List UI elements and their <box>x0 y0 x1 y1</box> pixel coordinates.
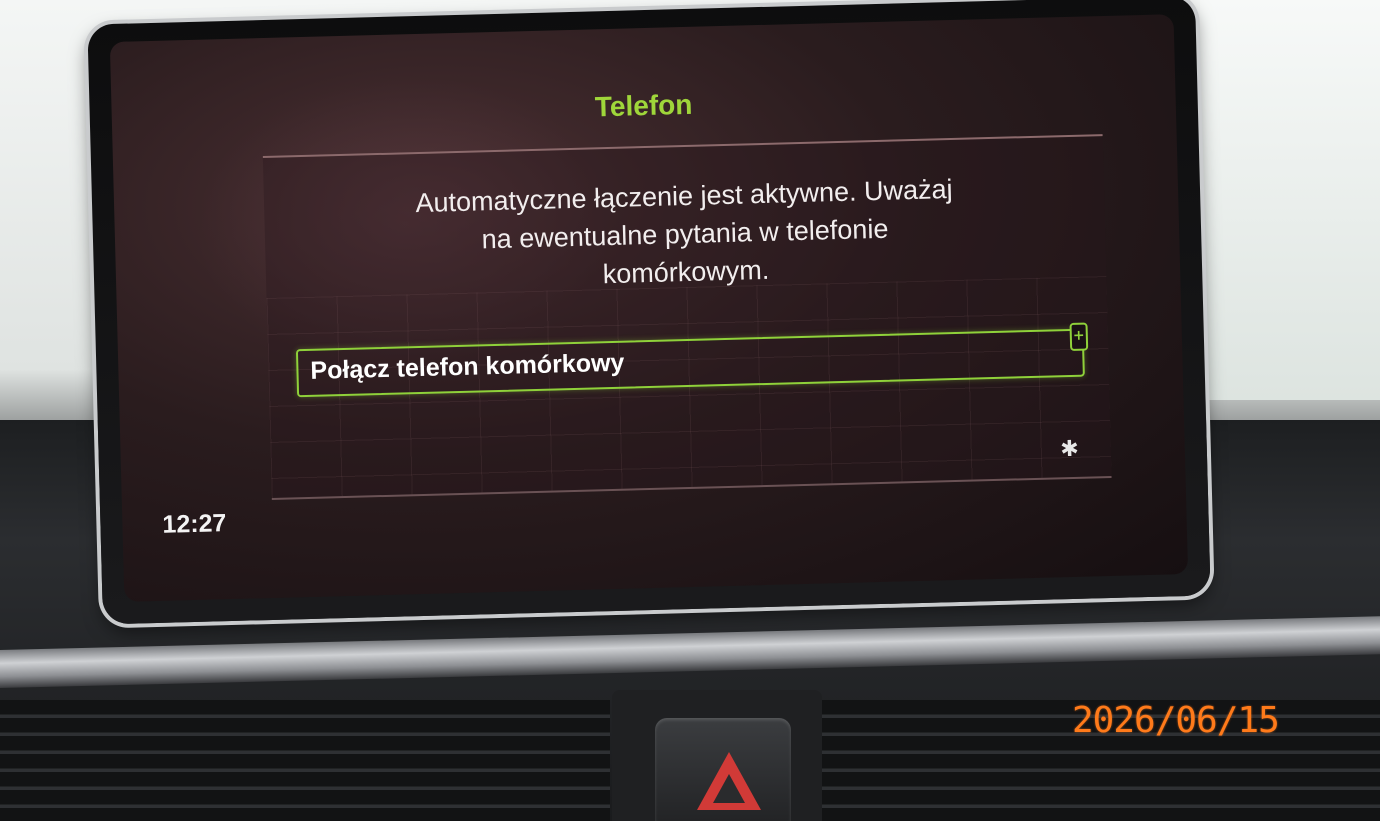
auto-connect-message: Automatyczne łączenie jest aktywne. Uważ… <box>415 174 953 290</box>
bluetooth-icon: ✱ <box>1060 436 1080 463</box>
air-vent-left <box>0 700 610 821</box>
photo-date-stamp: 2026/06/15 <box>1072 700 1280 741</box>
clock: 12:27 <box>162 509 227 539</box>
display-screen: Telefon Automatyczne łączenie jest aktyw… <box>109 14 1189 602</box>
message-panel: Automatyczne łączenie jest aktywne. Uważ… <box>262 134 1112 500</box>
background-window <box>1200 0 1380 400</box>
infotainment-display: Telefon Automatyczne łączenie jest aktyw… <box>87 0 1211 625</box>
connect-phone-label: Połącz telefon komórkowy <box>310 348 625 385</box>
hazard-warning-icon-inner <box>713 774 745 803</box>
photo-scene: Telefon Automatyczne łączenie jest aktyw… <box>0 0 1380 821</box>
plus-icon[interactable]: + <box>1069 322 1089 351</box>
